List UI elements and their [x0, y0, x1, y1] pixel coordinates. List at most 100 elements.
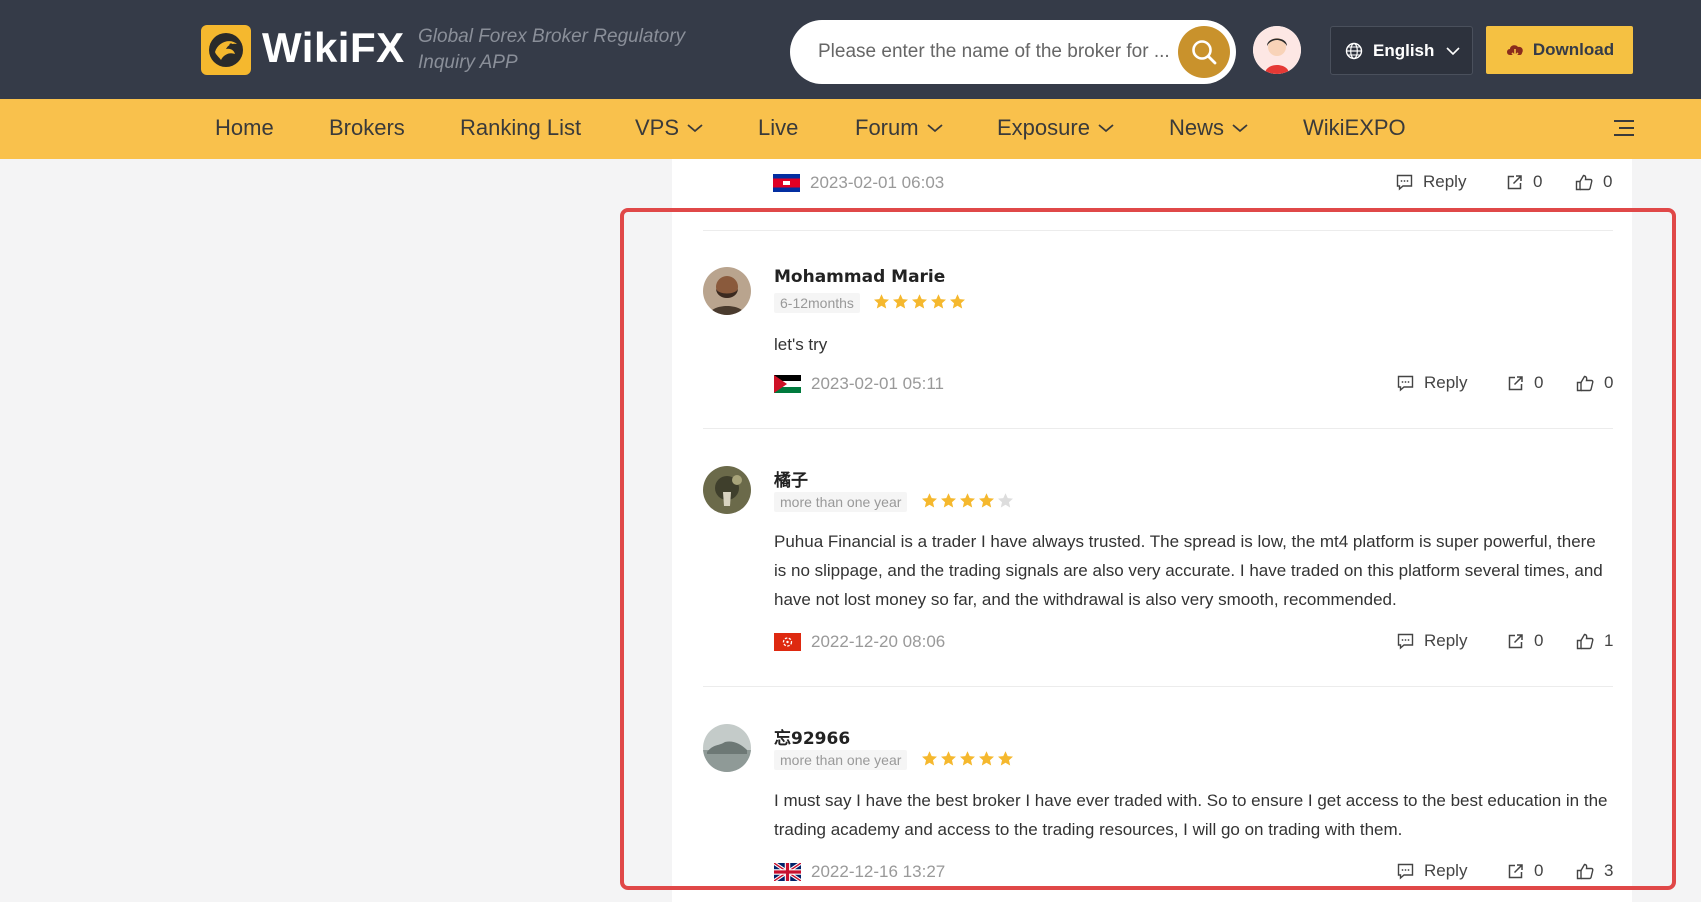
thumbs-up-icon [1576, 375, 1594, 391]
star-filled-icon [922, 493, 937, 508]
comment-icon [1396, 174, 1413, 191]
nav-item-wikiexpo[interactable]: WikiEXPO [1303, 115, 1406, 141]
rating-stars [921, 492, 1014, 509]
duration-tag: more than one year [774, 492, 908, 512]
comment-icon [1397, 863, 1414, 880]
star-empty-icon [998, 493, 1013, 508]
nav-item-live[interactable]: Live [758, 115, 798, 141]
star-filled-icon [941, 493, 956, 508]
reply-button[interactable]: Reply [1397, 373, 1467, 393]
top-header: WikiFX Global Forex Broker Regulatory In… [0, 0, 1701, 99]
user-avatar[interactable] [1253, 26, 1301, 74]
share-icon [1508, 863, 1523, 878]
like-button[interactable]: 1 [1576, 631, 1613, 651]
nav-item-vps[interactable]: VPS [635, 115, 703, 141]
share-button[interactable]: 0 [1507, 631, 1543, 651]
nav-item-forum[interactable]: Forum [855, 115, 943, 141]
language-label: English [1373, 40, 1435, 60]
like-button[interactable]: 0 [1576, 373, 1613, 393]
nav-label: News [1169, 115, 1225, 140]
nav-item-brokers[interactable]: Brokers [329, 115, 405, 141]
review-text: let's try [774, 335, 828, 354]
duration-tag: 6-12months [774, 293, 860, 313]
search-input[interactable] [818, 36, 1174, 68]
thumbs-up-icon [1576, 863, 1594, 879]
review-date: 2022-12-20 08:06 [811, 632, 946, 651]
download-button[interactable]: Download [1486, 26, 1633, 74]
share-button[interactable]: 0 [1506, 172, 1542, 192]
thumbs-up-icon [1576, 633, 1594, 649]
uk-flag-icon [774, 863, 801, 881]
like-button[interactable]: 3 [1576, 861, 1613, 881]
reply-button[interactable]: Reply [1397, 861, 1467, 881]
rating-stars [921, 750, 1014, 767]
avatar[interactable] [703, 466, 751, 514]
star-filled-icon [912, 294, 927, 309]
share-button[interactable]: 0 [1507, 373, 1543, 393]
reviewer-name[interactable]: 橘子 [774, 466, 808, 491]
language-selector[interactable]: English [1330, 26, 1473, 75]
nav-item-home[interactable]: Home [215, 115, 274, 141]
chevron-down-icon [1098, 124, 1114, 133]
reply-label: Reply [1424, 373, 1468, 392]
search-box [790, 20, 1236, 84]
cambodia-flag-icon [773, 174, 800, 192]
wikifx-logo-icon[interactable] [201, 25, 251, 75]
chevron-down-icon [926, 124, 943, 133]
avatar[interactable] [703, 724, 751, 772]
reply-button[interactable]: Reply [1397, 631, 1467, 651]
like-count: 3 [1604, 861, 1614, 880]
star-filled-icon [931, 294, 946, 309]
logo-text[interactable]: WikiFX [262, 24, 405, 72]
review-meta: 2023-02-01 05:11 Reply 0 0 [774, 373, 1613, 395]
like-count: 0 [1603, 172, 1613, 191]
review-date: 2022-12-16 13:27 [811, 862, 946, 881]
chevron-down-icon [687, 124, 703, 133]
star-filled-icon [874, 294, 889, 309]
star-filled-icon [941, 751, 956, 766]
star-filled-icon [950, 294, 965, 309]
reply-button[interactable]: Reply [1396, 172, 1466, 192]
like-button[interactable]: 0 [1575, 172, 1612, 192]
share-icon [1507, 174, 1522, 189]
nav-label: WikiEXPO [1303, 115, 1406, 140]
hamburger-menu-icon[interactable] [1613, 119, 1635, 142]
rating-stars [873, 293, 966, 310]
like-count: 0 [1604, 373, 1614, 392]
share-count: 0 [1533, 172, 1543, 191]
download-label: Download [1532, 40, 1615, 59]
comment-icon [1397, 375, 1414, 392]
chevron-down-icon [1232, 124, 1248, 133]
comment-icon [1397, 633, 1414, 650]
search-button[interactable] [1178, 26, 1230, 78]
star-filled-icon [922, 751, 937, 766]
reviewer-name[interactable]: Mohammad Marie [774, 267, 945, 287]
tagline: Global Forex Broker Regulatory Inquiry A… [418, 26, 686, 73]
star-filled-icon [998, 751, 1013, 766]
nav-item-ranking-list[interactable]: Ranking List [460, 115, 581, 141]
cloud-download-icon [1506, 45, 1523, 58]
jordan-flag-icon [774, 375, 801, 393]
reply-label: Reply [1424, 631, 1468, 650]
search-icon [1192, 40, 1217, 65]
review-text: I must say I have the best broker I have… [774, 791, 1608, 839]
share-button[interactable]: 0 [1507, 861, 1543, 881]
nav-item-news[interactable]: News [1169, 115, 1248, 141]
nav-label: Brokers [329, 115, 405, 140]
nav-item-exposure[interactable]: Exposure [997, 115, 1114, 141]
nav-label: Ranking List [460, 115, 582, 140]
nav-label: Forum [855, 115, 919, 140]
share-icon [1508, 633, 1523, 648]
reviewer-name[interactable]: 忘92966 [774, 724, 850, 749]
divider [703, 686, 1613, 687]
chevron-down-icon [1446, 46, 1460, 55]
review-date: 2023-02-01 05:11 [811, 374, 944, 393]
star-filled-icon [979, 493, 994, 508]
share-count: 0 [1534, 631, 1544, 650]
star-filled-icon [960, 751, 975, 766]
review-text: Puhua Financial is a trader I have alway… [774, 532, 1603, 609]
avatar[interactable] [703, 267, 751, 315]
share-icon [1508, 375, 1523, 390]
previous-review-meta: 2023-02-01 06:03 Reply 0 0 [773, 172, 1612, 194]
divider [703, 230, 1613, 231]
